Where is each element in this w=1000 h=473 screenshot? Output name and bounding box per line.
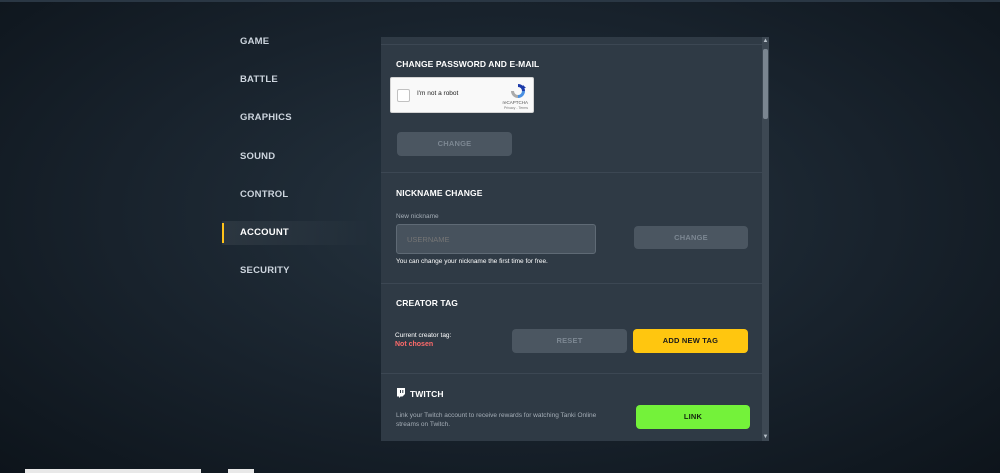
top-border <box>0 0 1000 2</box>
twitch-icon <box>397 388 405 398</box>
nickname-input[interactable] <box>396 224 596 254</box>
twitch-link-button[interactable]: LINK <box>636 405 750 429</box>
divider <box>381 283 762 284</box>
sidebar-item-control[interactable]: CONTROL <box>222 183 372 207</box>
divider <box>381 172 762 173</box>
sidebar-item-game[interactable]: GAME <box>222 30 372 54</box>
sidebar-item-label: SECURITY <box>240 265 290 277</box>
recaptcha-terms-link[interactable]: Privacy - Terms <box>504 106 528 110</box>
sidebar-item-label: GAME <box>240 36 270 47</box>
divider <box>381 44 762 45</box>
recaptcha-widget: I'm not a robot reCAPTCHA Privacy - Term… <box>390 77 534 113</box>
taskbar-fragment <box>228 469 254 473</box>
divider <box>381 373 762 374</box>
recaptcha-label: I'm not a robot <box>417 90 459 97</box>
reset-tag-button[interactable]: RESET <box>512 329 627 353</box>
scroll-down-icon[interactable]: ▼ <box>762 433 769 441</box>
password-change-button[interactable]: CHANGE <box>397 132 512 156</box>
sidebar-item-sound[interactable]: SOUND <box>222 145 372 169</box>
nickname-change-button[interactable]: CHANGE <box>634 226 748 249</box>
settings-sidebar: GAME BATTLE GRAPHICS SOUND CONTROL ACCOU… <box>222 30 372 297</box>
scroll-thumb[interactable] <box>763 49 768 119</box>
creator-tag-section-title: CREATOR TAG <box>396 298 459 308</box>
scroll-up-icon[interactable]: ▲ <box>762 37 769 45</box>
sidebar-item-label: ACCOUNT <box>240 226 289 238</box>
sidebar-item-graphics[interactable]: GRAPHICS <box>222 106 372 130</box>
nickname-hint: You can change your nickname the first t… <box>396 258 548 265</box>
twitch-description: Link your Twitch account to receive rewa… <box>396 412 597 428</box>
password-section-title: CHANGE PASSWORD AND E-MAIL <box>396 59 540 69</box>
creator-tag-label: Current creator tag: <box>395 332 452 339</box>
sidebar-item-label: GRAPHICS <box>240 112 292 124</box>
creator-tag-value: Not chosen <box>395 341 434 348</box>
panel-scrollbar[interactable]: ▲ ▼ <box>762 37 769 441</box>
twitch-section-title: TWITCH <box>410 389 444 399</box>
taskbar-fragment <box>25 469 201 473</box>
account-settings-panel: CHANGE PASSWORD AND E-MAIL I'm not a rob… <box>381 37 769 441</box>
recaptcha-brand: reCAPTCHA <box>502 100 528 105</box>
sidebar-item-security[interactable]: SECURITY <box>222 259 372 283</box>
sidebar-item-label: SOUND <box>240 150 276 162</box>
sidebar-item-account[interactable]: ACCOUNT <box>222 220 372 245</box>
recaptcha-checkbox[interactable] <box>397 89 410 102</box>
panel-content: CHANGE PASSWORD AND E-MAIL I'm not a rob… <box>381 37 762 441</box>
nickname-section-title: NICKNAME CHANGE <box>396 188 483 198</box>
sidebar-item-battle[interactable]: BATTLE <box>222 68 372 92</box>
recaptcha-logo-icon <box>511 84 526 98</box>
sidebar-item-label: CONTROL <box>240 188 289 200</box>
add-new-tag-button[interactable]: ADD NEW TAG <box>633 329 748 353</box>
nickname-field-label: New nickname <box>396 213 439 220</box>
sidebar-item-label: BATTLE <box>240 74 278 86</box>
